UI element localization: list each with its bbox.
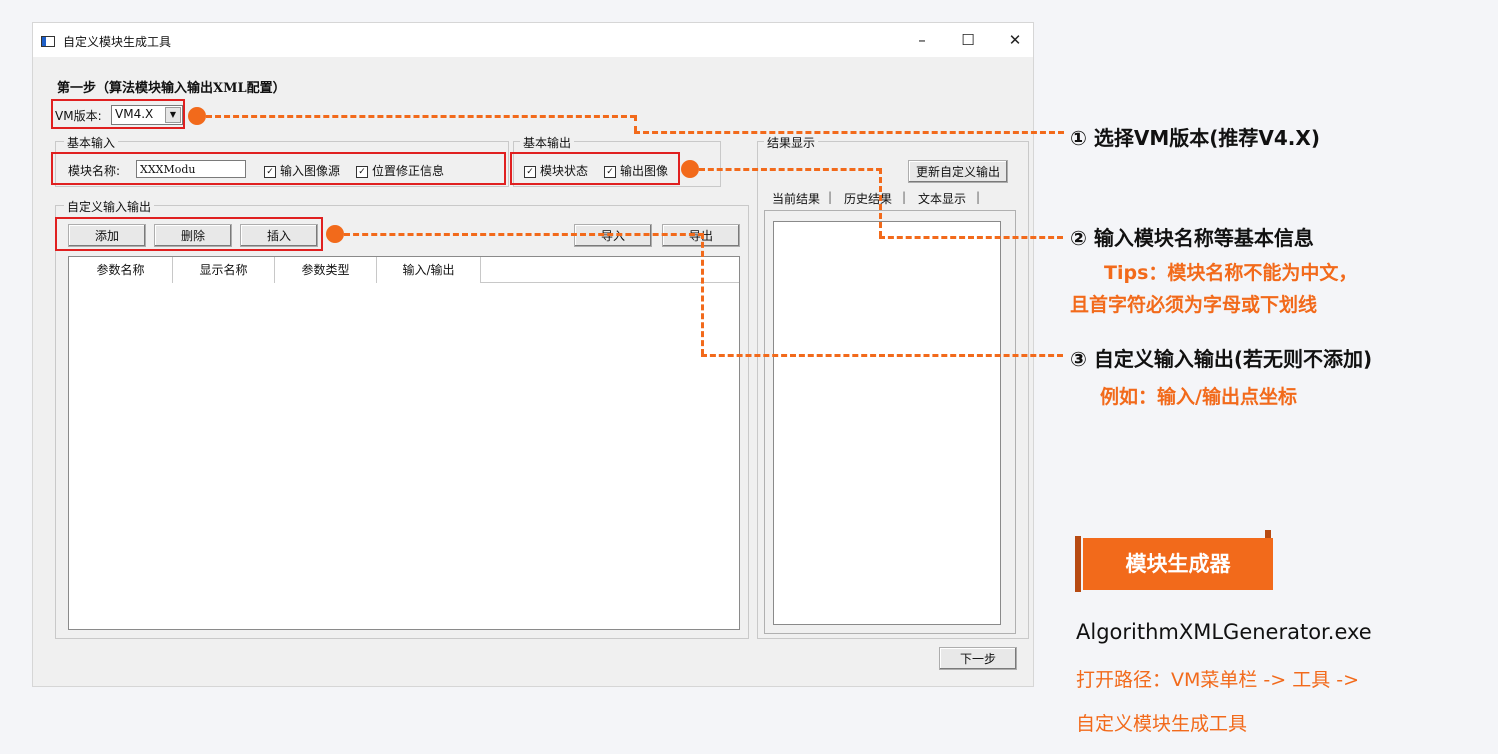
custom-io-group: 自定义输入输出 添加 删除 插入 导入 导出 参数名称 显示名称 参数类型 输入…: [55, 198, 749, 639]
result-legend: 结果显示: [764, 134, 819, 151]
generator-open-path: 打开路径：VM菜单栏 -> 工具 ->: [1076, 669, 1360, 691]
step-title: 第一步（算法模块输入输出XML配置）: [57, 81, 286, 96]
app-icon: [41, 36, 55, 47]
column-header[interactable]: 参数名称: [69, 257, 173, 283]
column-header[interactable]: 输入/输出: [377, 257, 481, 283]
update-custom-output-button[interactable]: 更新自定义输出: [908, 160, 1008, 183]
connector-line: [344, 233, 704, 236]
highlight-box-basic-input: [51, 152, 506, 185]
window-title: 自定义模块生成工具: [63, 35, 172, 49]
annotation-step2: ② 输入模块名称等基本信息: [1070, 226, 1314, 250]
custom-io-legend: 自定义输入输出: [64, 198, 155, 215]
basic-output-legend: 基本输出: [520, 134, 575, 151]
title-bar: 自定义模块生成工具 – ☐ ✕: [33, 23, 1033, 57]
annotation-step1: ① 选择VM版本(推荐V4.X): [1070, 126, 1320, 150]
highlight-box-basic-output: [510, 152, 680, 185]
close-icon[interactable]: ✕: [1002, 28, 1028, 52]
ribbon-roll-left: [1075, 536, 1081, 592]
result-group: 结果显示 更新自定义输出 当前结果 | 历史结果 | 文本显示 |: [757, 134, 1029, 639]
next-step-button[interactable]: 下一步: [939, 647, 1017, 670]
generator-open-path-2: 自定义模块生成工具: [1076, 713, 1248, 735]
generator-exe-name: AlgorithmXMLGenerator.exe: [1076, 620, 1372, 644]
tab-current-result[interactable]: 当前结果: [772, 190, 820, 207]
connector-line: [701, 354, 1063, 357]
connector-dot: [188, 107, 206, 125]
connector-dot: [326, 225, 344, 243]
tab-separator: |: [828, 190, 833, 204]
connector-line: [879, 236, 1063, 239]
connector-line: [879, 168, 882, 237]
tab-frame: [764, 210, 1016, 634]
generator-badge: 模块生成器: [1083, 538, 1273, 590]
column-header[interactable]: 显示名称: [173, 257, 275, 283]
result-tabs: 当前结果 | 历史结果 | 文本显示 |: [772, 190, 1012, 208]
result-display-area[interactable]: [773, 221, 1001, 625]
param-list[interactable]: 参数名称 显示名称 参数类型 输入/输出: [68, 256, 740, 630]
annotation-step3: ③ 自定义输入输出(若无则不添加): [1070, 347, 1373, 371]
column-header[interactable]: 参数类型: [275, 257, 377, 283]
tab-separator: |: [902, 190, 907, 204]
highlight-box-vm-version: [51, 99, 185, 129]
tab-separator: |: [976, 190, 981, 204]
basic-input-legend: 基本输入: [64, 134, 119, 151]
tab-text-display[interactable]: 文本显示: [918, 190, 966, 207]
connector-line: [699, 168, 882, 171]
connector-line: [701, 233, 704, 355]
annotation-step3-tip: 例如：输入/输出点坐标: [1100, 386, 1297, 408]
connector-line: [634, 131, 1064, 134]
maximize-icon[interactable]: ☐: [955, 28, 981, 52]
annotation-step2-tip1: Tips：模块名称不能为中文，: [1104, 262, 1358, 284]
annotation-step2-tip2: 且首字符必须为字母或下划线: [1070, 294, 1318, 316]
minimize-icon[interactable]: –: [909, 28, 935, 52]
connector-line: [634, 115, 637, 132]
connector-line: [206, 115, 636, 118]
tab-history-result[interactable]: 历史结果: [844, 190, 892, 207]
highlight-box-io-buttons: [55, 217, 323, 251]
connector-dot: [681, 160, 699, 178]
